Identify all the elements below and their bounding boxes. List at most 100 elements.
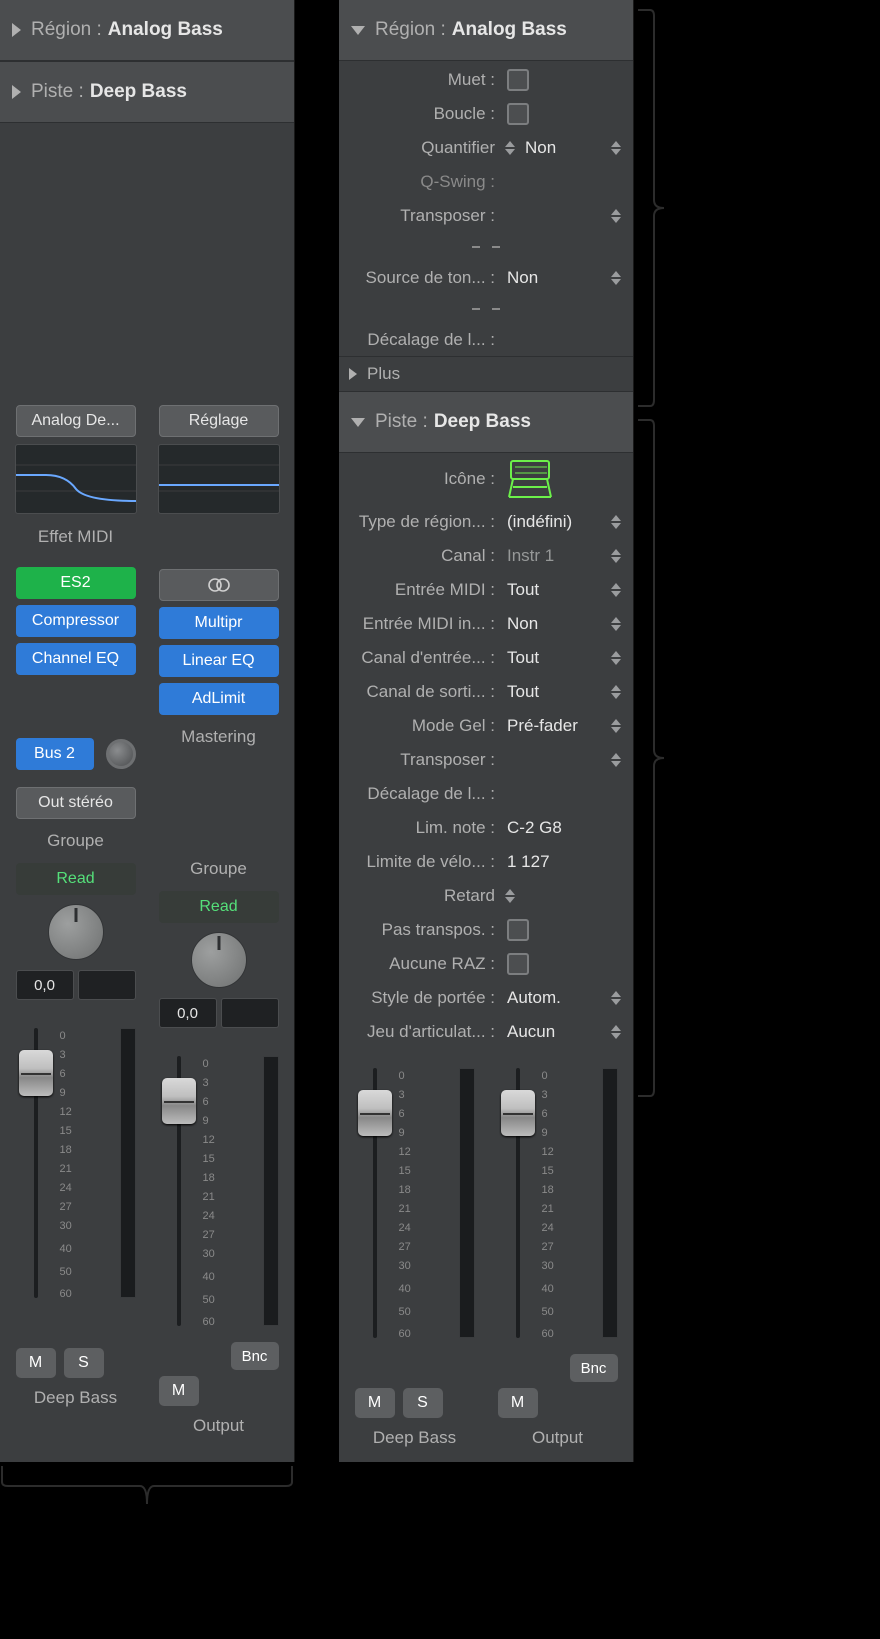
mode-gel-menu[interactable] — [611, 716, 625, 736]
pan-knob[interactable] — [191, 932, 247, 988]
pan-knob[interactable] — [48, 904, 104, 960]
style-portee-menu[interactable] — [611, 988, 625, 1008]
preset-slot[interactable]: Réglage — [159, 405, 279, 437]
automation-mode[interactable]: Read — [159, 891, 279, 923]
retard-menu[interactable] — [505, 886, 519, 906]
bounce-button[interactable]: Bnc — [570, 1354, 618, 1382]
midi-fx-slot[interactable]: Effet MIDI — [16, 521, 136, 553]
canal-entree-menu[interactable] — [611, 648, 625, 668]
audio-fx-slot[interactable]: Compressor — [16, 605, 136, 637]
inspector-panel-expanded: Région : Analog Bass Muet : Boucle : Qua… — [339, 0, 634, 1462]
peak-db-value[interactable]: . — [221, 998, 279, 1028]
group-slot[interactable]: Groupe — [16, 825, 136, 857]
instrument-slot[interactable]: ES2 — [16, 567, 136, 599]
lim-velo-value[interactable]: 1 127 — [501, 852, 625, 872]
track-icon-keyboard[interactable] — [507, 459, 553, 499]
jeu-artic-menu[interactable] — [611, 1022, 625, 1042]
solo-button[interactable]: S — [64, 1348, 104, 1378]
volume-fader[interactable] — [16, 1018, 54, 1308]
lim-note-value[interactable]: C-2 G8 — [501, 818, 625, 838]
label-pas-transpos: Pas transpos. : — [347, 920, 501, 940]
label-entree-midi-in: Entrée MIDI in... : — [347, 614, 501, 634]
label-retard: Retard — [347, 886, 501, 906]
source-ton-menu[interactable] — [611, 268, 625, 288]
preset-slot[interactable]: Analog De... — [16, 405, 136, 437]
mastering-slot[interactable]: Mastering — [159, 721, 279, 753]
automation-mode[interactable]: Read — [16, 863, 136, 895]
canal-sortie-value[interactable]: Tout — [501, 682, 611, 702]
audio-fx-slot[interactable]: Channel EQ — [16, 643, 136, 675]
send-bus[interactable]: Bus 2 — [16, 738, 94, 770]
label-decalage-track: Décalage de l... : — [347, 784, 501, 804]
label-transposer: Transposer : — [347, 206, 501, 226]
canal-value[interactable]: Instr 1 — [501, 546, 611, 566]
level-meter — [120, 1028, 136, 1298]
peak-db-value[interactable]: . — [78, 970, 136, 1000]
disclosure-right-icon[interactable] — [12, 85, 21, 99]
entree-midi-in-value[interactable]: Non — [501, 614, 611, 634]
output-slot[interactable]: Out stéréo — [16, 787, 136, 819]
region-header-label: Région : — [375, 19, 446, 41]
volume-fader[interactable] — [355, 1058, 393, 1348]
volume-fader[interactable] — [159, 1046, 197, 1336]
quantize-stepper[interactable] — [505, 138, 519, 158]
no-reset-checkbox[interactable] — [507, 953, 529, 975]
fader-scale: 0 3 6 9 12 15 18 21 24 27 30 40 50 60 — [393, 1058, 456, 1348]
fader-db-value[interactable]: 0,0 — [16, 970, 74, 1000]
eq-thumbnail[interactable] — [15, 444, 137, 514]
audio-fx-slot[interactable]: Linear EQ — [159, 645, 279, 677]
style-portee-value[interactable]: Autom. — [501, 988, 611, 1008]
canal-menu[interactable] — [611, 546, 625, 566]
stereo-indicator[interactable] — [159, 569, 279, 601]
type-region-menu[interactable] — [611, 512, 625, 532]
no-transpose-checkbox[interactable] — [507, 919, 529, 941]
loop-checkbox[interactable] — [507, 103, 529, 125]
audio-fx-slot[interactable]: AdLimit — [159, 683, 279, 715]
track-header-label: Piste : — [375, 411, 428, 433]
solo-button[interactable]: S — [403, 1388, 443, 1418]
quantize-value[interactable]: Non — [519, 138, 611, 158]
group-slot[interactable]: Groupe — [159, 853, 279, 885]
entree-midi-menu[interactable] — [611, 580, 625, 600]
canal-entree-value[interactable]: Tout — [501, 648, 611, 668]
label-lim-note: Lim. note : — [347, 818, 501, 838]
mute-button[interactable]: M — [355, 1388, 395, 1418]
fader-db-value[interactable]: 0,0 — [159, 998, 217, 1028]
region-header[interactable]: Région : Analog Bass — [0, 0, 294, 61]
callout-brace-track — [636, 418, 666, 1098]
channel-strip-output: 0 3 6 9 12 15 18 21 24 27 30 40 50 60 — [486, 1058, 629, 1462]
label-boucle: Boucle : — [347, 104, 501, 124]
transpose-stepper[interactable] — [611, 206, 625, 226]
label-decalage: Décalage de l... : — [347, 330, 501, 350]
mode-gel-value[interactable]: Pré-fader — [501, 716, 611, 736]
bounce-button[interactable]: Bnc — [231, 1342, 279, 1370]
mute-checkbox[interactable] — [507, 69, 529, 91]
fader-scale: 0 3 6 9 12 15 18 21 24 27 30 40 50 60 — [536, 1058, 599, 1348]
volume-fader[interactable] — [498, 1058, 536, 1348]
entree-midi-value[interactable]: Tout — [501, 580, 611, 600]
track-header[interactable]: Piste : Deep Bass — [339, 391, 633, 453]
source-ton-value[interactable]: Non — [501, 268, 611, 288]
entree-midi-in-menu[interactable] — [611, 614, 625, 634]
mute-button[interactable]: M — [498, 1388, 538, 1418]
more-disclosure[interactable]: Plus — [339, 357, 633, 391]
eq-thumbnail[interactable] — [158, 444, 280, 514]
region-header[interactable]: Région : Analog Bass — [339, 0, 633, 61]
label-canal-sortie: Canal de sorti... : — [347, 682, 501, 702]
transposer-stepper[interactable] — [611, 750, 625, 770]
channel-name: Deep Bass — [34, 1388, 117, 1408]
mute-button[interactable]: M — [16, 1348, 56, 1378]
audio-fx-slot[interactable]: Multipr — [159, 607, 279, 639]
jeu-artic-value[interactable]: Aucun — [501, 1022, 611, 1042]
track-header[interactable]: Piste : Deep Bass — [0, 61, 294, 123]
disclosure-right-icon[interactable] — [12, 23, 21, 37]
track-header-value: Deep Bass — [434, 411, 531, 433]
mute-button[interactable]: M — [159, 1376, 199, 1406]
disclosure-down-icon[interactable] — [351, 26, 365, 35]
disclosure-down-icon[interactable] — [351, 418, 365, 427]
quantize-menu[interactable] — [611, 138, 625, 158]
canal-sortie-menu[interactable] — [611, 682, 625, 702]
send-level-knob[interactable] — [106, 739, 136, 769]
region-header-value: Analog Bass — [108, 19, 223, 41]
type-region-value[interactable]: (indéfini) — [501, 512, 611, 532]
